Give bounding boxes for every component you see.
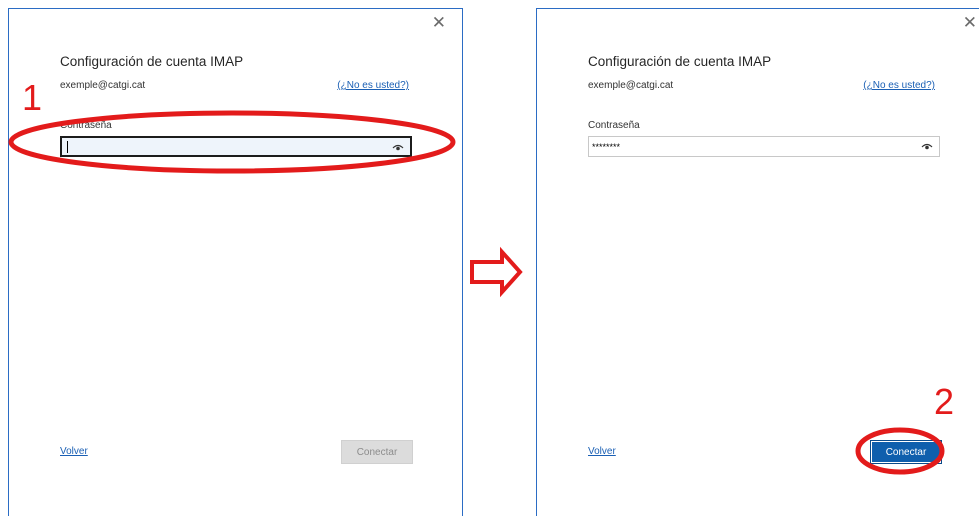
back-link[interactable]: Volver bbox=[588, 446, 616, 457]
dialog-title: Configuración de cuenta IMAP bbox=[60, 54, 244, 69]
imap-setup-dialog-step2: ✕ Configuración de cuenta IMAP exemple@c… bbox=[536, 8, 979, 516]
back-link[interactable]: Volver bbox=[60, 446, 88, 457]
arrow-right-icon bbox=[470, 246, 523, 298]
close-icon[interactable]: ✕ bbox=[432, 14, 446, 31]
step-number-2: 2 bbox=[934, 381, 955, 422]
password-label: Contraseña bbox=[60, 120, 112, 131]
connect-button[interactable]: Conectar bbox=[870, 440, 942, 464]
dialog-title: Configuración de cuenta IMAP bbox=[588, 54, 772, 69]
not-you-link[interactable]: (¿No es usted?) bbox=[863, 80, 935, 91]
eye-icon[interactable] bbox=[392, 142, 404, 152]
password-field[interactable] bbox=[60, 136, 412, 157]
password-input[interactable] bbox=[592, 137, 902, 156]
account-email: exemple@catgi.cat bbox=[60, 80, 146, 91]
password-field[interactable] bbox=[588, 136, 940, 157]
account-email: exemple@catgi.cat bbox=[588, 80, 674, 91]
step-number-1: 1 bbox=[22, 77, 43, 118]
imap-setup-dialog-step1: ✕ Configuración de cuenta IMAP exemple@c… bbox=[8, 8, 463, 516]
close-icon[interactable]: ✕ bbox=[963, 14, 977, 31]
password-input[interactable] bbox=[65, 138, 375, 155]
connect-button[interactable]: Conectar bbox=[341, 440, 413, 464]
eye-icon[interactable] bbox=[921, 141, 933, 151]
not-you-link[interactable]: (¿No es usted?) bbox=[337, 80, 409, 91]
password-label: Contraseña bbox=[588, 120, 640, 131]
